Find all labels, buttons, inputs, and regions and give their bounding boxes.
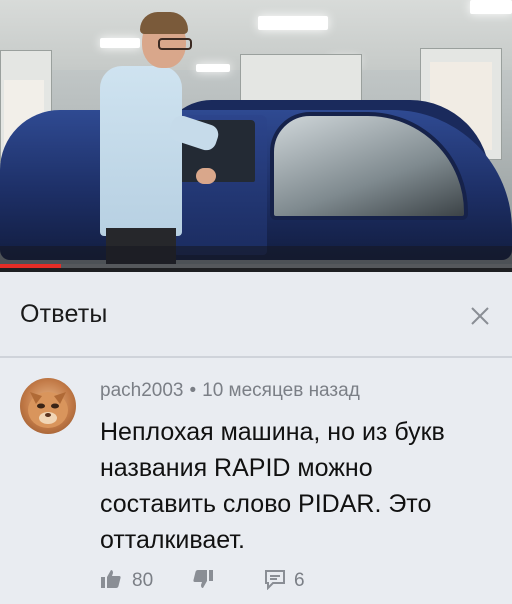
comment-author[interactable]: pach2003 xyxy=(100,380,183,401)
answers-header: Ответы xyxy=(0,272,512,358)
video-player[interactable] xyxy=(0,0,512,268)
reply-icon xyxy=(265,570,285,591)
person-hair xyxy=(140,12,188,34)
dislike-button[interactable] xyxy=(192,568,214,590)
comment-time: 10 месяцев назад xyxy=(202,380,360,401)
meta-separator: • xyxy=(189,380,197,401)
person-hand xyxy=(196,168,216,184)
page-title: Ответы xyxy=(20,300,108,328)
avatar[interactable] xyxy=(20,378,76,434)
reply-button[interactable] xyxy=(264,568,286,591)
ceiling-light xyxy=(470,0,512,14)
comment-text: Неплохая машина, но из букв названия RAP… xyxy=(100,418,445,554)
close-button[interactable] xyxy=(462,298,498,334)
comment-meta: pach2003 • 10 месяцев назад xyxy=(100,380,360,402)
comment-item: pach2003 • 10 месяцев назад Неплохая машин… xyxy=(0,358,512,604)
cat-avatar-icon xyxy=(28,392,68,428)
person-shirt xyxy=(100,66,182,236)
thumbs-down-icon xyxy=(193,570,213,588)
reply-count: 6 xyxy=(294,570,305,591)
like-button[interactable] xyxy=(100,568,122,590)
thumbs-up-icon xyxy=(101,570,121,588)
ceiling-light xyxy=(196,64,230,72)
ceiling-light xyxy=(258,16,328,30)
close-icon xyxy=(471,307,489,325)
comment-actions: 80 6 xyxy=(100,566,400,596)
like-count: 80 xyxy=(132,570,154,591)
ceiling-light xyxy=(100,38,140,48)
person-glasses xyxy=(158,38,192,50)
